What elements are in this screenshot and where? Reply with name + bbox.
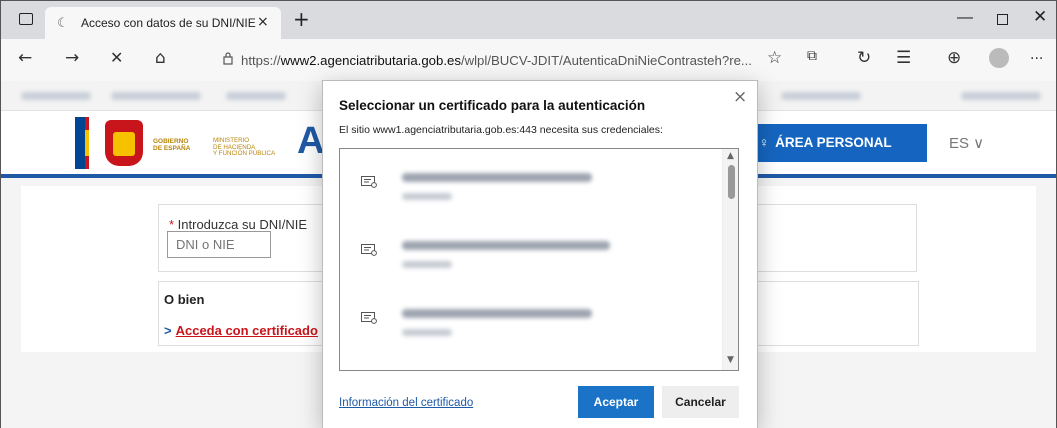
extension-icon[interactable]: ⧉ (807, 48, 817, 64)
tab-actions-icon[interactable] (19, 13, 33, 25)
area-personal-label: ÁREA PERSONAL (775, 135, 892, 150)
certificate-issuer-redacted (402, 193, 452, 200)
certificate-info-link[interactable]: Información del certificado (339, 397, 473, 409)
coat-of-arms-detail (113, 132, 135, 156)
certificate-list-scrollbar[interactable]: ▲ ▼ (722, 149, 738, 370)
add-favorite-icon[interactable]: ☆ (767, 48, 782, 68)
new-tab-icon[interactable]: + (293, 7, 310, 31)
certificate-name-redacted (402, 241, 610, 250)
user-icon: ♀ (759, 135, 770, 150)
certificate-item[interactable] (340, 293, 722, 365)
browser-toolbar: ← → ✕ ⌂ https://www2.agenciatributaria.g… (1, 39, 1056, 81)
aeat-logo[interactable]: A (297, 120, 324, 163)
favorites-icon[interactable]: ☰ (896, 48, 911, 68)
address-bar[interactable]: https://www2.agenciatributaria.gob.es/wl… (213, 45, 752, 75)
certificate-name-redacted (402, 309, 592, 318)
favorite-item[interactable] (226, 92, 286, 100)
certificate-dialog: × Seleccionar un certificado para la aut… (322, 80, 758, 428)
maximize-icon[interactable] (997, 14, 1008, 25)
certificate-list[interactable]: ▲ ▼ (339, 148, 739, 371)
accept-button[interactable]: Aceptar (578, 386, 654, 418)
certificate-icon (361, 244, 377, 256)
favorite-item[interactable] (781, 92, 861, 100)
extension-refresh-icon[interactable]: ↻ (857, 48, 871, 68)
window-close-icon[interactable]: ✕ (1033, 7, 1047, 27)
dni-label: * Introduzca su DNI/NIE (169, 217, 308, 232)
minimize-icon[interactable]: — (957, 9, 973, 27)
home-icon[interactable]: ⌂ (155, 48, 166, 68)
dialog-title: Seleccionar un certificado para la auten… (339, 98, 646, 113)
favorite-item[interactable] (961, 92, 1041, 100)
area-personal-button[interactable]: ♀ ÁREA PERSONAL (739, 124, 927, 162)
favorite-item[interactable] (111, 92, 201, 100)
collections-icon[interactable]: ⊕ (947, 48, 961, 68)
dialog-subtitle: El sitio www1.agenciatributaria.gob.es:4… (339, 124, 663, 136)
tab-active[interactable]: ☾ Acceso con datos de su DNI/NIE × (45, 7, 281, 39)
url-text[interactable]: https://www2.agenciatributaria.gob.es/wl… (241, 53, 752, 68)
browser-window: ☾ Acceso con datos de su DNI/NIE × + — ✕… (0, 0, 1057, 428)
certificate-access-link[interactable]: > Acceda con certificado (164, 323, 318, 338)
ministerio-text: MINISTERIO DE HACIENDA Y FUNCIÓN PÚBLICA (213, 137, 276, 157)
gobierno-text: GOBIERNO DE ESPAÑA (153, 138, 191, 152)
scroll-up-icon[interactable]: ▲ (727, 151, 734, 161)
or-label: O bien (164, 292, 205, 307)
back-icon[interactable]: ← (18, 48, 32, 68)
dialog-close-icon[interactable]: × (733, 87, 747, 107)
scrollbar-thumb[interactable] (728, 165, 735, 199)
loading-favicon-icon: ☾ (57, 16, 69, 31)
cancel-button[interactable]: Cancelar (662, 386, 739, 418)
tab-close-icon[interactable]: × (257, 14, 269, 30)
stop-loading-icon[interactable]: ✕ (110, 48, 123, 67)
dni-input[interactable] (167, 231, 271, 258)
forward-icon[interactable]: → (65, 48, 79, 68)
scroll-down-icon[interactable]: ▼ (727, 355, 734, 365)
profile-avatar-icon[interactable] (989, 48, 1009, 68)
lock-icon[interactable] (223, 52, 233, 65)
tab-bar: ☾ Acceso con datos de su DNI/NIE × + — ✕ (1, 1, 1056, 39)
certificate-name-redacted (402, 173, 592, 182)
certificate-issuer-redacted (402, 261, 452, 268)
eu-stars-stripe (75, 117, 85, 169)
favorite-item[interactable] (21, 92, 91, 100)
certificate-issuer-redacted (402, 329, 452, 336)
certificate-icon (361, 176, 377, 188)
certificate-item[interactable] (340, 157, 722, 229)
tab-title: Acceso con datos de su DNI/NIE (81, 16, 256, 30)
certificate-item[interactable] (340, 225, 722, 297)
language-selector[interactable]: ES ∨ (949, 134, 984, 152)
more-options-icon[interactable]: ··· (1030, 51, 1043, 67)
certificate-icon (361, 312, 377, 324)
